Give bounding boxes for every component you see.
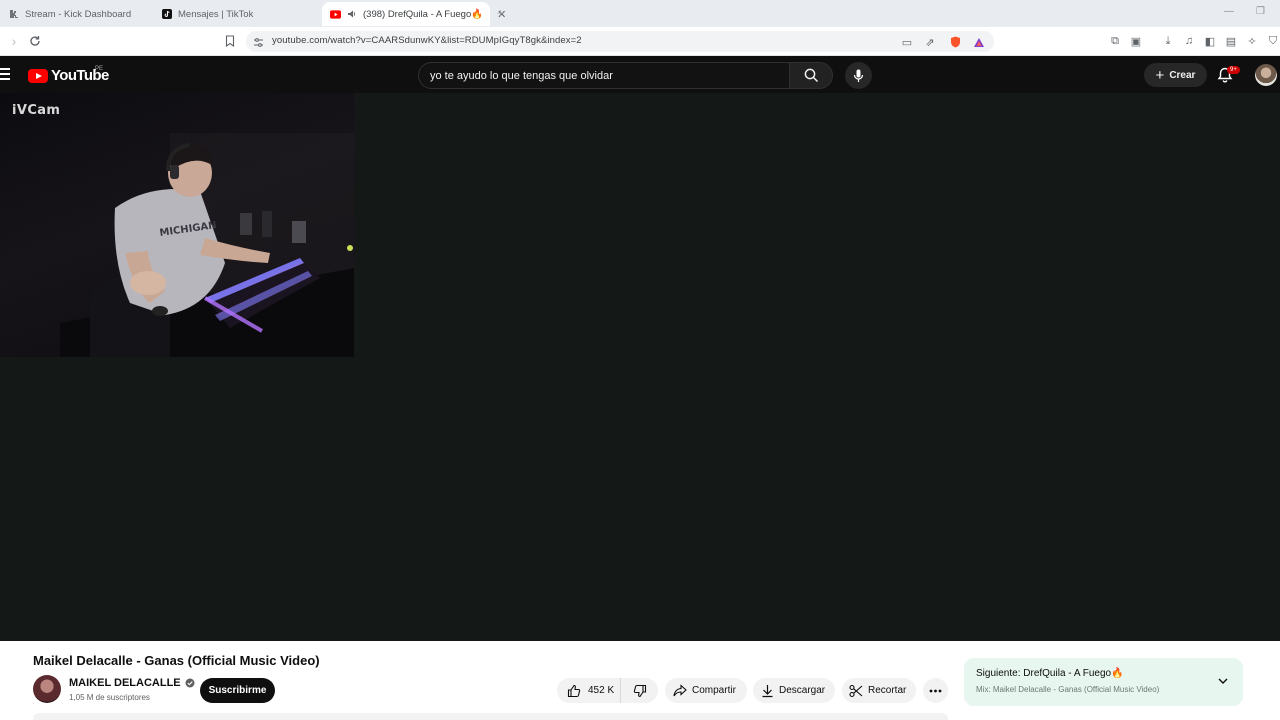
voice-search-button[interactable] [845, 62, 872, 89]
tab-label: Stream - Kick Dashboard [25, 8, 132, 20]
clip-label: Recortar [868, 685, 907, 696]
brave-shield-icon[interactable] [948, 35, 962, 49]
restore-icon[interactable]: ❐ [1256, 6, 1265, 17]
like-dislike-pill: 452 K [557, 678, 658, 703]
tab-label: (398) DrefQuila - A Fuego🔥 [363, 8, 484, 20]
share-button[interactable]: Compartir [665, 678, 747, 703]
microphone-icon [853, 69, 864, 82]
vpn-icon[interactable]: ⛉ [1266, 34, 1280, 48]
clip-button[interactable]: Recortar [842, 678, 916, 703]
like-count: 452 K [588, 685, 615, 696]
thumbs-down-icon [633, 684, 646, 697]
channel-avatar[interactable] [33, 675, 61, 703]
dislike-button[interactable] [621, 678, 658, 703]
tab-kick-dashboard[interactable]: Stream - Kick Dashboard [0, 2, 152, 26]
download-icon[interactable]: ⤓ [1161, 34, 1175, 48]
user-avatar[interactable] [1255, 64, 1277, 86]
create-label: Crear [1169, 69, 1196, 81]
reload-icon[interactable] [27, 33, 43, 49]
tab-label: Mensajes | TikTok [178, 8, 254, 20]
extension-icon[interactable]: ⧉ [1108, 34, 1122, 48]
minimize-icon[interactable]: — [1224, 6, 1234, 17]
up-next-heading: Siguiente: DrefQuila - A Fuego🔥 [976, 668, 1124, 679]
share-label: Compartir [692, 685, 736, 696]
plus-icon: + [1155, 66, 1165, 84]
chevron-down-icon[interactable] [1216, 674, 1230, 688]
up-next-title: DrefQuila - A Fuego🔥 [1023, 668, 1124, 679]
brave-rewards-icon[interactable] [972, 35, 986, 49]
url-field[interactable]: youtube.com/watch?v=CAARSdunwKY&list=RDU… [246, 31, 994, 52]
verified-icon [185, 678, 195, 688]
kick-icon [8, 9, 19, 20]
scissors-icon [849, 684, 863, 697]
youtube-icon [330, 9, 341, 20]
site-info-icon[interactable] [251, 35, 265, 49]
wallet-icon[interactable]: ▤ [1224, 34, 1238, 48]
tab-search-icon[interactable]: ▣ [1129, 34, 1143, 48]
up-next-label: Siguiente: [976, 668, 1024, 679]
video-title: Maikel Delacalle - Ganas (Official Music… [33, 653, 320, 668]
tab-youtube-active[interactable]: (398) DrefQuila - A Fuego🔥 ✕ [322, 2, 506, 26]
search-query: yo te ayudo lo que tengas que olvidar [430, 70, 613, 82]
subscriber-count: 1,05 M de suscriptores [69, 693, 150, 702]
forward-icon[interactable]: › [6, 33, 22, 49]
webcam-image: MICHIGAN [60, 133, 354, 357]
country-code: PE [95, 66, 104, 72]
new-tab-icon[interactable]: + [497, 6, 504, 20]
sidebar-icon[interactable]: ◧ [1203, 34, 1217, 48]
download-icon [762, 684, 773, 697]
leo-ai-icon[interactable]: ✧ [1245, 34, 1259, 48]
more-horizontal-icon [929, 689, 942, 692]
tab-tiktok[interactable]: Mensajes | TikTok [153, 2, 318, 26]
download-button[interactable]: Descargar [753, 678, 835, 703]
video-info-section: Maikel Delacalle - Ganas (Official Music… [0, 641, 1280, 720]
thumbs-up-icon [567, 684, 581, 697]
search-input[interactable]: yo te ayudo lo que tengas que olvidar [418, 62, 790, 89]
tiktok-icon [161, 9, 172, 20]
youtube-header: YouTube PE yo te ayudo lo que tengas que… [0, 56, 1280, 93]
like-button[interactable]: 452 K [557, 678, 621, 703]
search-button[interactable] [789, 62, 833, 89]
share-page-icon[interactable]: ⇗ [923, 35, 937, 49]
share-icon [673, 684, 687, 697]
more-actions-button[interactable] [923, 678, 948, 703]
description-box[interactable] [33, 713, 948, 720]
speaker-icon[interactable] [347, 9, 357, 20]
url-text: youtube.com/watch?v=CAARSdunwKY&list=RDU… [272, 35, 582, 46]
search-icon [804, 68, 818, 83]
youtube-play-icon [28, 68, 48, 83]
up-next-mix: Mix: Maikel Delacalle - Ganas (Official … [976, 685, 1160, 694]
bookmark-icon[interactable] [222, 33, 238, 49]
create-button[interactable]: + Crear [1144, 63, 1207, 87]
browser-tab-bar: Stream - Kick Dashboard Mensajes | TikTo… [0, 0, 1280, 27]
cast-icon[interactable]: ▭ [900, 35, 914, 49]
notification-badge: 9+ [1227, 66, 1240, 74]
up-next-panel[interactable]: Siguiente: DrefQuila - A Fuego🔥 Mix: Mai… [964, 658, 1243, 706]
menu-icon[interactable] [0, 68, 12, 80]
webcam-overlay: iVCam MICHIGAN [0, 93, 354, 357]
video-player[interactable]: iVCam MICHIGAN [0, 93, 1280, 641]
channel-name-text: MAIKEL DELACALLE [69, 677, 181, 689]
channel-name[interactable]: MAIKEL DELACALLE [69, 677, 195, 689]
subscribe-button[interactable]: Suscribirme [200, 678, 275, 703]
browser-address-bar: › youtube.com/watch?v=CAARSdunwKY&list=R… [0, 27, 1280, 56]
download-label: Descargar [779, 685, 826, 696]
media-icon[interactable]: ♫ [1182, 34, 1196, 48]
